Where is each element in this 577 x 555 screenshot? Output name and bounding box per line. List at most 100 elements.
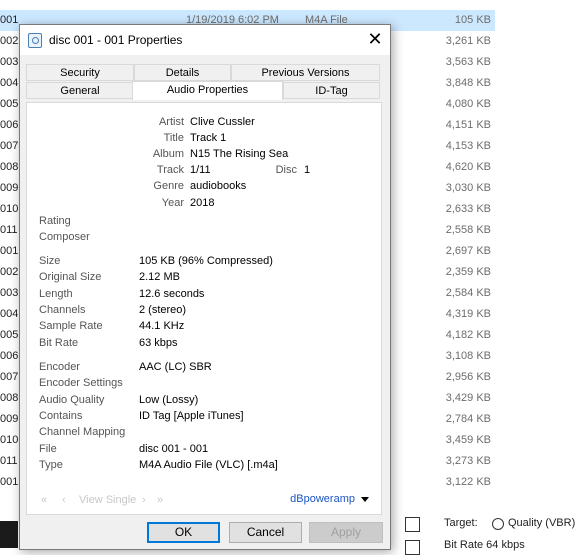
file-name: 008: [0, 161, 19, 173]
quality-radio[interactable]: [492, 518, 504, 530]
property-value: 2.12 MB: [139, 271, 180, 284]
disc-value: 1: [304, 164, 311, 176]
file-size: 2,584 KB: [445, 287, 491, 299]
file-name: 011: [0, 455, 18, 467]
target-label: Target:: [444, 517, 478, 529]
genre-label: Genre: [153, 180, 184, 192]
file-name: 002: [0, 266, 19, 278]
last-icon[interactable]: »: [157, 494, 163, 506]
file-name: 001: [0, 245, 19, 257]
file-size: 2,697 KB: [445, 245, 491, 257]
file-size: 2,558 KB: [445, 224, 491, 236]
encoder-property-label: Audio Quality: [39, 393, 105, 406]
property-label: Bit Rate: [39, 336, 79, 349]
file-size: 4,080 KB: [445, 98, 491, 110]
encoder-property-label: Channel Mapping: [39, 426, 126, 439]
file-name: 009: [0, 182, 19, 194]
property-label: Sample Rate: [39, 320, 103, 333]
file-size: 3,261 KB: [445, 35, 491, 47]
dialog-title: disc 001 - 001 Properties: [49, 33, 183, 47]
cancel-button[interactable]: Cancel: [229, 522, 302, 543]
title-bar[interactable]: disc 001 - 001 Properties ✕: [20, 25, 390, 55]
property-value: 2 (stereo): [139, 303, 187, 316]
file-size: 3,030 KB: [445, 182, 491, 194]
file-name: 001: [0, 476, 19, 488]
file-size: 2,784 KB: [445, 413, 491, 425]
file-size: 4,620 KB: [445, 161, 491, 173]
encoder-property-label: File: [39, 442, 57, 455]
file-size: 3,429 KB: [445, 392, 491, 404]
encoder-property-value: AAC (LC) SBR: [139, 361, 212, 373]
file-name: 003: [0, 56, 19, 68]
target-checkbox[interactable]: [405, 517, 420, 532]
artist-value: Clive Cussler: [190, 116, 255, 128]
file-name: 006: [0, 350, 19, 362]
title-label: Title: [163, 132, 184, 144]
encoder-property-label: Encoder: [39, 361, 80, 373]
file-name: 008: [0, 392, 19, 404]
artist-label: Artist: [158, 116, 184, 128]
property-label: Length: [39, 287, 73, 300]
property-value: 44.1 KHz: [139, 320, 185, 333]
encoder-property-value: disc 001 - 001: [139, 442, 209, 455]
title-value: Track 1: [190, 132, 227, 144]
audio-properties-panel: Artist Clive Cussler Title Track 1 Album…: [26, 102, 382, 515]
year-label: Year: [161, 197, 184, 209]
tab-general[interactable]: General: [26, 82, 134, 99]
tab-previous-versions[interactable]: Previous Versions: [231, 64, 380, 81]
file-name: 003: [0, 287, 19, 299]
file-name: 005: [0, 329, 19, 341]
file-name: 007: [0, 371, 19, 383]
encoder-property-label: Type: [39, 458, 63, 471]
file-name: 002: [0, 35, 19, 47]
track-value: 1/11: [190, 164, 211, 176]
encoder-property-label: Encoder Settings: [39, 377, 123, 390]
file-size: 3,848 KB: [445, 77, 491, 89]
file-name: 009: [0, 413, 19, 425]
next-icon[interactable]: ›: [142, 494, 146, 506]
property-value: 12.6 seconds: [139, 287, 205, 300]
file-size: 2,359 KB: [445, 266, 491, 278]
file-size: 4,319 KB: [445, 308, 491, 320]
file-size: 3,273 KB: [445, 455, 491, 467]
year-value: 2018: [190, 197, 215, 209]
audio-file-icon: [28, 33, 42, 48]
dbpoweramp-menu[interactable]: dBpoweramp: [290, 493, 369, 505]
file-name: 011: [0, 224, 18, 236]
file-size: 3,108 KB: [445, 350, 491, 362]
file-size: 3,122 KB: [445, 476, 491, 488]
tab-audio-properties[interactable]: Audio Properties: [132, 81, 283, 100]
album-value: N15 The Rising Sea: [190, 148, 289, 160]
tab-id-tag[interactable]: ID-Tag: [283, 82, 380, 99]
file-size: 3,563 KB: [445, 56, 491, 68]
bitrate-label: Bit Rate 64 kbps: [444, 539, 525, 551]
previous-icon[interactable]: ‹: [62, 494, 66, 506]
apply-button[interactable]: Apply: [309, 522, 383, 543]
first-icon[interactable]: «: [41, 494, 47, 506]
file-size: 2,956 KB: [445, 371, 491, 383]
close-button[interactable]: ✕: [360, 25, 390, 55]
file-name: 010: [0, 203, 19, 215]
view-single-button[interactable]: View Single: [79, 494, 136, 506]
file-size: 4,182 KB: [445, 329, 491, 341]
property-label: Original Size: [39, 271, 102, 284]
genre-value: audiobooks: [190, 180, 247, 192]
file-size: 3,459 KB: [445, 434, 491, 446]
quality-label: Quality (VBR): [508, 517, 576, 529]
taskbar-edge: [0, 521, 18, 548]
disc-label: Disc: [275, 164, 297, 176]
tab-security[interactable]: Security: [26, 64, 134, 81]
tab-details[interactable]: Details: [134, 64, 231, 81]
property-value: 105 KB (96% Compressed): [139, 255, 273, 267]
file-size: 4,151 KB: [445, 119, 491, 131]
composer-label: Composer: [39, 231, 90, 243]
properties-dialog: disc 001 - 001 Properties ✕ Security Det…: [19, 24, 391, 550]
encoder-property-value: Low (Lossy): [139, 393, 199, 406]
file-name: 007: [0, 140, 19, 152]
track-label: Track: [156, 164, 184, 176]
file-name: 004: [0, 77, 19, 89]
file-name: 004: [0, 308, 19, 320]
ok-button[interactable]: OK: [147, 522, 220, 543]
rating-label: Rating: [39, 215, 71, 227]
chevron-down-icon: [361, 496, 369, 502]
